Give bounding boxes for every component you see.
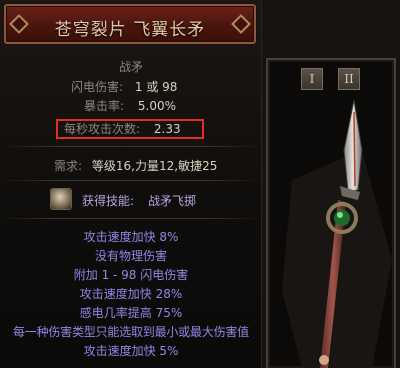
requirements-line: 需求: 等级16,力量12,敏捷25: [54, 157, 217, 174]
modifier-list: 攻击速度加快 8% 没有物理伤害 附加 1 - 98 闪电伤害 攻击速度加快 2…: [0, 228, 262, 361]
lightning-damage-value: 1 或 98: [134, 80, 178, 94]
modifier-line: 攻击速度加快 28%: [79, 287, 183, 301]
divider: [0, 180, 262, 181]
item-title: 苍穹裂片 飞翼长矛: [54, 20, 206, 40]
spear-throw-icon: [50, 188, 72, 210]
divider: [0, 146, 262, 147]
modifier-line: 攻击速度加快 8%: [83, 230, 179, 244]
item-tooltip: 苍穹裂片 飞翼长矛 战矛 闪电伤害: 1 或 98 暴击率: 5.00% 每秒攻…: [0, 0, 262, 368]
modifier-line: 感电几率提高 75%: [79, 306, 183, 320]
spear-icon[interactable]: [262, 0, 400, 368]
attacks-per-second-label: 每秒攻击次数:: [64, 122, 141, 136]
attacks-per-second-stat: 每秒攻击次数: 2.33: [58, 121, 202, 137]
item-title-bar: 苍穹裂片 飞翼长矛: [4, 4, 256, 44]
lightning-damage-label: 闪电伤害:: [71, 80, 124, 94]
lightning-damage-stat: 闪电伤害: 1 或 98: [71, 78, 177, 95]
aps-highlight-box: 每秒攻击次数: 2.33: [56, 119, 204, 139]
modifier-line: 没有物理伤害: [94, 249, 167, 263]
equipment-panel: I II: [262, 0, 400, 368]
divider: [0, 218, 262, 219]
requirement-dexterity: 敏捷25: [178, 159, 218, 173]
granted-skill-name: 战矛飞掷: [148, 194, 197, 208]
item-subtype: 战矛: [118, 60, 143, 74]
attacks-per-second-value: 2.33: [153, 122, 181, 136]
modifier-line: 每一种伤害类型只能选取到最小或最大伤害值: [12, 325, 249, 339]
crit-chance-stat: 暴击率: 5.00%: [84, 97, 176, 114]
crit-chance-value: 5.00%: [137, 99, 176, 113]
granted-skill-label: 获得技能:: [82, 194, 135, 208]
requirement-level: 等级16,: [91, 159, 135, 173]
requirement-strength: 力量12,: [134, 159, 179, 173]
granted-skill-line: 获得技能: 战矛飞掷: [82, 192, 196, 209]
crit-chance-label: 暴击率:: [84, 99, 125, 113]
modifier-line: 附加 1 - 98 闪电伤害: [73, 268, 189, 282]
modifier-line: 攻击速度加快 5%: [83, 344, 179, 358]
requirements-label: 需求:: [54, 159, 83, 173]
